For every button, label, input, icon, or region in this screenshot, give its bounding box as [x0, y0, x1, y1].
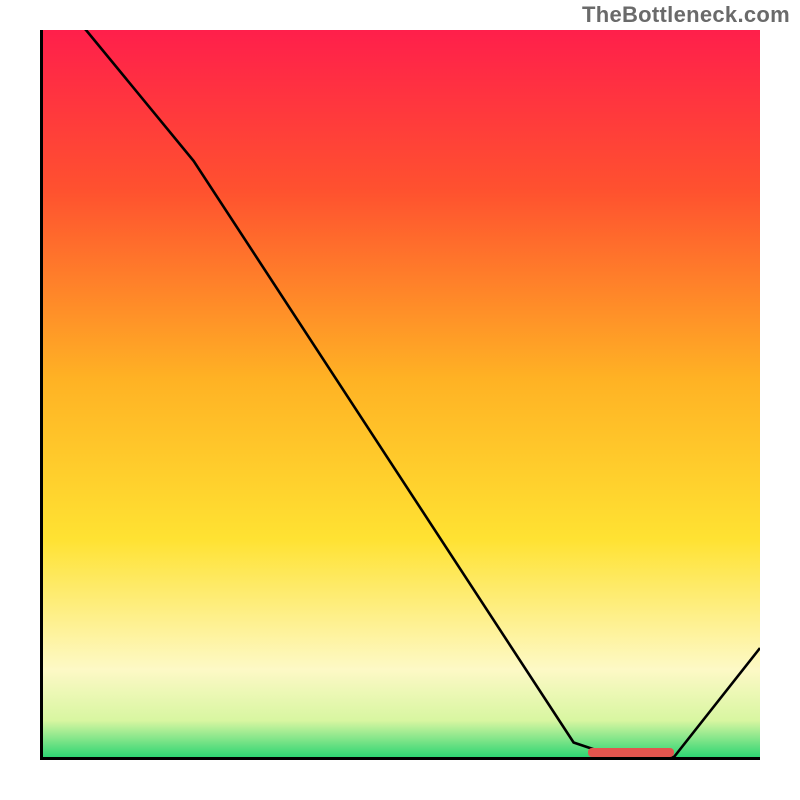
optimal-range-marker: [588, 748, 674, 757]
background-gradient: [43, 30, 760, 757]
chart-stage: TheBottleneck.com: [0, 0, 800, 800]
y-axis: [40, 30, 43, 760]
x-axis: [40, 757, 760, 760]
attribution-label: TheBottleneck.com: [582, 2, 790, 28]
plot-area: [40, 30, 760, 760]
